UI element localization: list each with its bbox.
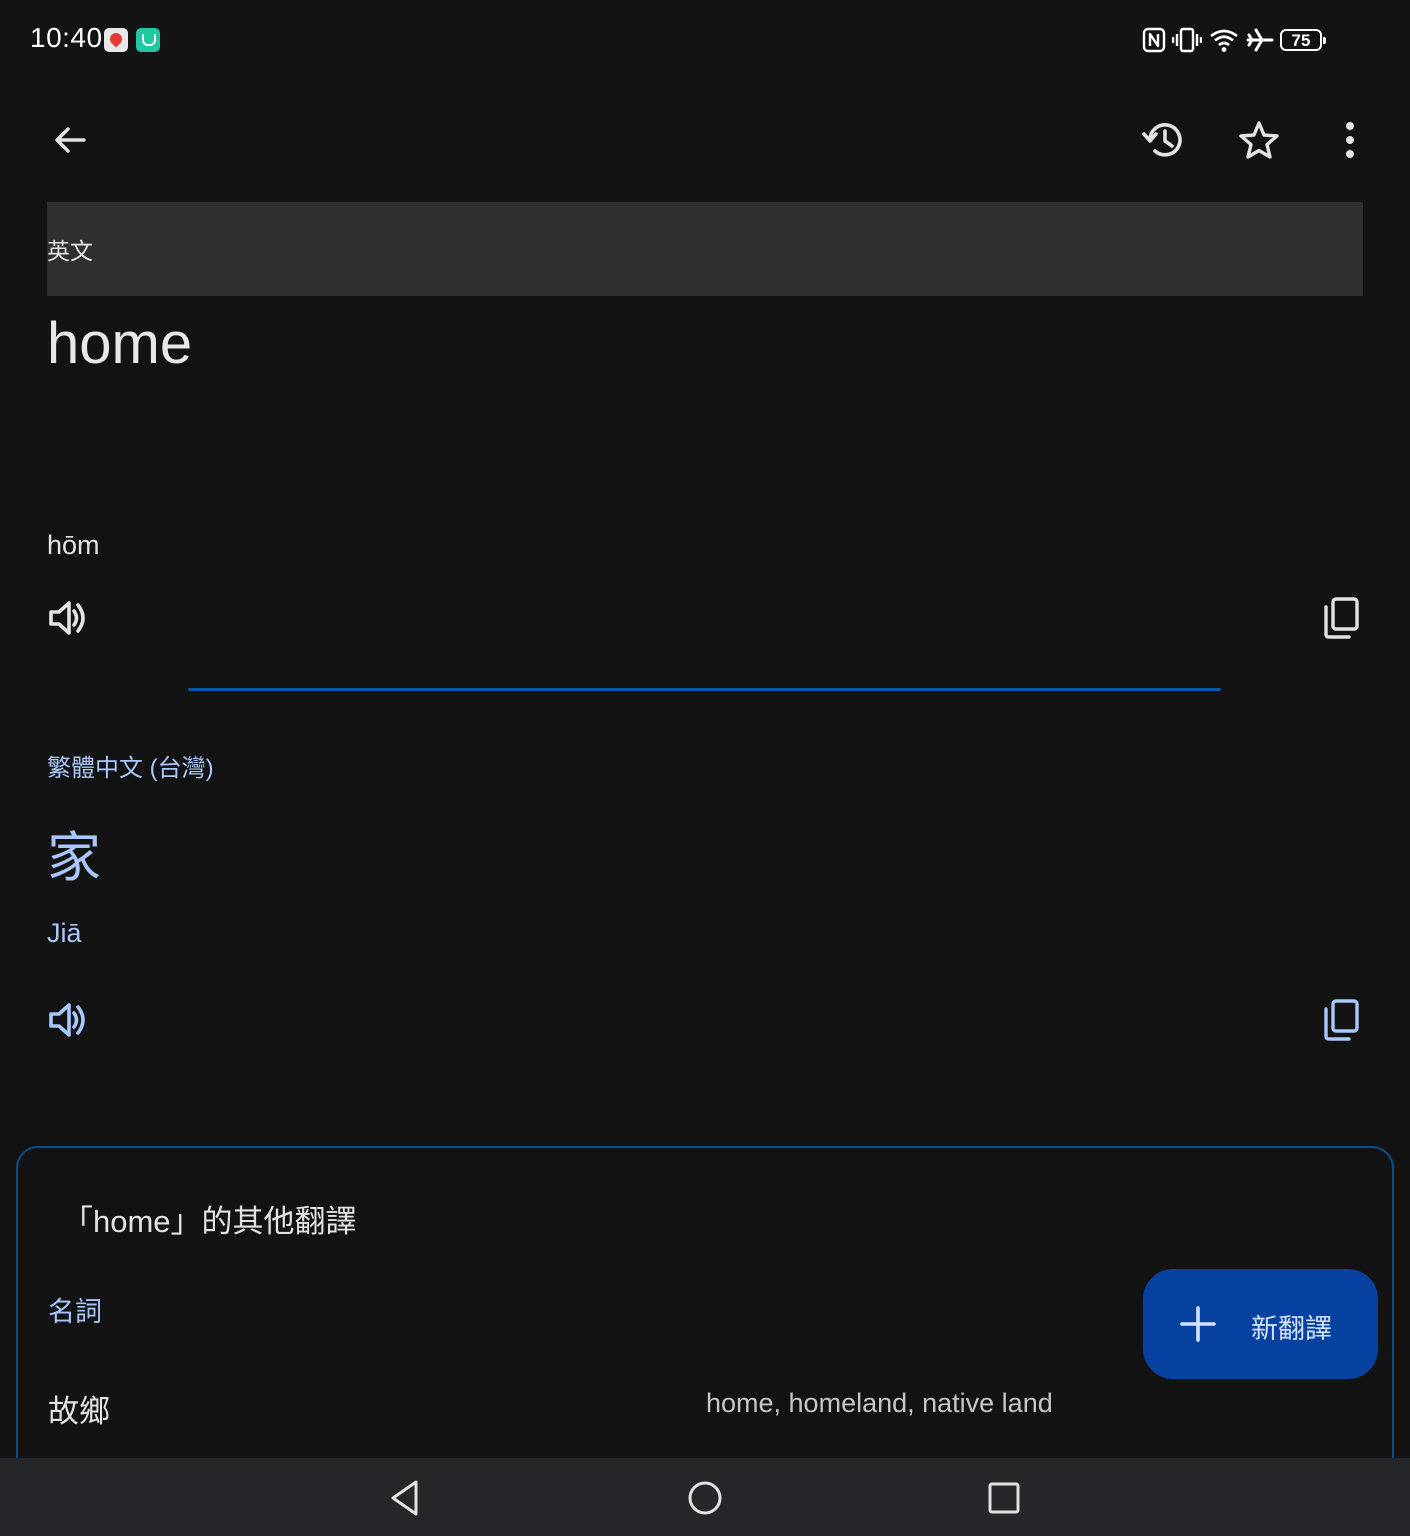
nfc-icon bbox=[1142, 27, 1166, 53]
status-time: 10:40 bbox=[30, 22, 103, 53]
airplane-icon bbox=[1246, 28, 1274, 52]
part-of-speech-label: 名詞 bbox=[48, 1297, 102, 1327]
system-icons: 75 bbox=[1142, 24, 1326, 56]
arrow-back-icon bbox=[55, 127, 86, 153]
more-vert-icon bbox=[1346, 122, 1354, 158]
screen: 10:40 75 英文 home hōm 繁體中文 (台灣) 家 Jiā 「ho… bbox=[0, 0, 1410, 1536]
history-icon bbox=[1142, 123, 1182, 157]
source-phonetic: hōm bbox=[47, 530, 100, 560]
target-listen-button[interactable] bbox=[36, 988, 100, 1052]
source-text[interactable]: home bbox=[47, 308, 192, 380]
battery-level: 75 bbox=[1291, 30, 1311, 50]
translation-meanings: home, homeland, native land bbox=[706, 1388, 1053, 1418]
back-button[interactable] bbox=[40, 110, 100, 170]
wifi-icon bbox=[1210, 29, 1238, 52]
nav-home-icon bbox=[688, 1481, 722, 1515]
copy-icon bbox=[1324, 597, 1359, 639]
volume-up-icon bbox=[49, 1003, 85, 1037]
nav-back-icon bbox=[391, 1480, 418, 1516]
status-bar: 10:40 75 bbox=[0, 0, 1410, 80]
system-navigation-bar bbox=[0, 1458, 1410, 1536]
nav-recents-icon bbox=[988, 1482, 1020, 1514]
new-translation-button[interactable]: 新翻譯 bbox=[1143, 1269, 1378, 1379]
source-listen-button[interactable] bbox=[36, 586, 100, 650]
plus-icon bbox=[1180, 1306, 1216, 1342]
target-language-label: 繁體中文 (台灣) bbox=[47, 755, 214, 782]
map-notification-icon bbox=[104, 28, 128, 52]
app-notification-icon bbox=[136, 28, 160, 52]
new-translation-label: 新翻譯 bbox=[1251, 1314, 1332, 1344]
target-copy-button[interactable] bbox=[1309, 988, 1373, 1052]
nav-back-button[interactable] bbox=[381, 1474, 429, 1522]
nav-home-button[interactable] bbox=[681, 1474, 729, 1522]
history-button[interactable] bbox=[1134, 110, 1194, 170]
volume-up-icon bbox=[49, 601, 85, 635]
source-copy-button[interactable] bbox=[1309, 586, 1373, 650]
section-divider bbox=[188, 688, 1221, 691]
other-translations-title: 「home」的其他翻譯 bbox=[62, 1204, 357, 1239]
top-app-bar bbox=[0, 100, 1410, 180]
translation-word: 故鄉 bbox=[48, 1394, 110, 1429]
vibrate-icon bbox=[1172, 27, 1202, 53]
copy-icon bbox=[1324, 999, 1359, 1041]
star-outline-icon bbox=[1239, 121, 1279, 159]
source-language-label: 英文 bbox=[47, 238, 93, 264]
translated-text: 家 bbox=[47, 828, 101, 888]
target-phonetic: Jiā bbox=[47, 918, 82, 948]
more-options-button[interactable] bbox=[1320, 110, 1380, 170]
source-language-bar[interactable]: 英文 bbox=[47, 202, 1363, 296]
nav-recents-button[interactable] bbox=[980, 1474, 1028, 1522]
save-star-button[interactable] bbox=[1229, 110, 1289, 170]
battery-icon: 75 bbox=[1280, 29, 1326, 51]
translation-row[interactable]: 故鄉 home, homeland, native land bbox=[18, 1378, 1396, 1438]
